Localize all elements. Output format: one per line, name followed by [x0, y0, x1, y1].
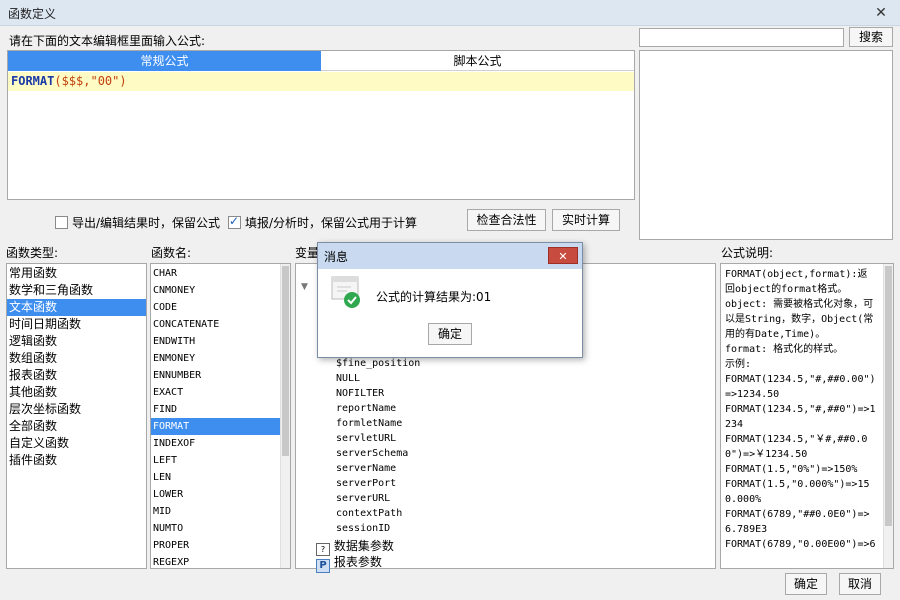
- variable-item[interactable]: serverSchema: [336, 446, 536, 461]
- function-name-item[interactable]: ENMONEY: [151, 350, 290, 367]
- tree-collapse-icon[interactable]: ▼: [301, 282, 308, 292]
- search-input[interactable]: [639, 28, 844, 47]
- function-type-item[interactable]: 常用函数: [7, 265, 146, 282]
- function-name-item[interactable]: INDEXOF: [151, 435, 290, 452]
- formula-args-token: ($$$,"00"): [54, 74, 127, 88]
- function-type-item[interactable]: 插件函数: [7, 452, 146, 469]
- function-name-item[interactable]: LEN: [151, 469, 290, 486]
- dialog-close-button[interactable]: ✕: [548, 247, 578, 264]
- report-params-icon: P: [316, 559, 330, 573]
- function-name-item[interactable]: ENNUMBER: [151, 367, 290, 384]
- variable-item[interactable]: serverName: [336, 461, 536, 476]
- variables-header: 变量: [295, 246, 320, 260]
- function-names-scroll-thumb[interactable]: [282, 266, 289, 456]
- message-dialog: 消息 ✕ 公式的计算结果为:01 确定: [317, 242, 583, 358]
- function-type-item[interactable]: 数组函数: [7, 350, 146, 367]
- editor-prompt: 请在下面的文本编辑框里面输入公式:: [9, 34, 206, 48]
- function-type-item[interactable]: 层次坐标函数: [7, 401, 146, 418]
- variable-item[interactable]: NULL: [336, 371, 536, 386]
- function-type-item[interactable]: 逻辑函数: [7, 333, 146, 350]
- function-name-item[interactable]: CONCATENATE: [151, 316, 290, 333]
- description-panel: FORMAT(object,format):返回object的format格式。…: [720, 263, 894, 569]
- title-bar: 函数定义 ✕: [0, 0, 900, 26]
- variable-item[interactable]: formletName: [336, 416, 536, 431]
- dialog-title-bar: 消息 ✕: [318, 243, 582, 269]
- variable-item[interactable]: reportName: [336, 401, 536, 416]
- variable-item[interactable]: sessionID: [336, 521, 536, 536]
- function-names-list: CHAR CNMONEY CODE CONCATENATE ENDWITH EN…: [150, 263, 291, 569]
- dialog-message: 公式的计算结果为:01: [376, 290, 492, 304]
- keep-formula-fill-option[interactable]: 填报/分析时，保留公式用于计算: [228, 214, 417, 231]
- function-name-item[interactable]: LOWER: [151, 486, 290, 503]
- check-validity-button[interactable]: 检查合法性: [467, 209, 546, 231]
- description-header: 公式说明:: [721, 246, 774, 260]
- function-name-item[interactable]: PROPER: [151, 537, 290, 554]
- function-type-item[interactable]: 数学和三角函数: [7, 282, 146, 299]
- variables-list: $fine_position NULL NOFILTER reportName …: [336, 356, 536, 536]
- function-name-item-selected[interactable]: FORMAT: [151, 418, 281, 435]
- function-name-item[interactable]: MID: [151, 503, 290, 520]
- function-types-header: 函数类型:: [6, 246, 59, 260]
- report-params-label: 报表参数: [333, 555, 382, 569]
- variable-item[interactable]: $fine_position: [336, 356, 536, 371]
- function-name-item[interactable]: FIND: [151, 401, 290, 418]
- keep-formula-export-label: 导出/编辑结果时，保留公式: [72, 216, 221, 230]
- variable-item[interactable]: servletURL: [336, 431, 536, 446]
- report-params-group[interactable]: P 报表参数: [316, 553, 382, 573]
- function-type-item[interactable]: 全部函数: [7, 418, 146, 435]
- function-type-item[interactable]: 报表函数: [7, 367, 146, 384]
- function-name-item[interactable]: EXACT: [151, 384, 290, 401]
- function-names-header: 函数名:: [151, 246, 192, 260]
- variable-item[interactable]: serverPort: [336, 476, 536, 491]
- function-types-list: 常用函数 数学和三角函数 文本函数 时间日期函数 逻辑函数 数组函数 报表函数 …: [6, 263, 147, 569]
- function-type-item[interactable]: 其他函数: [7, 384, 146, 401]
- ok-button[interactable]: 确定: [785, 573, 827, 595]
- function-name-item[interactable]: NUMTO: [151, 520, 290, 537]
- keep-formula-fill-label: 填报/分析时，保留公式用于计算: [245, 216, 418, 230]
- formula-function-token: FORMAT: [11, 74, 55, 88]
- dialog-title: 消息: [324, 250, 349, 264]
- search-button[interactable]: 搜索: [849, 27, 893, 47]
- search-results-panel: [639, 50, 893, 240]
- keep-formula-fill-checkbox[interactable]: [228, 214, 241, 229]
- keep-formula-export-option[interactable]: 导出/编辑结果时，保留公式: [55, 214, 220, 231]
- keep-formula-export-checkbox[interactable]: [55, 216, 68, 229]
- function-names-scrollbar[interactable]: [280, 264, 290, 568]
- description-scroll-thumb[interactable]: [885, 266, 892, 526]
- window-close-button[interactable]: ✕: [866, 4, 896, 22]
- function-type-item[interactable]: 自定义函数: [7, 435, 146, 452]
- function-name-item[interactable]: CODE: [151, 299, 290, 316]
- description-text: FORMAT(object,format):返回object的format格式。…: [725, 269, 876, 550]
- realtime-calc-button[interactable]: 实时计算: [552, 209, 620, 231]
- variable-item[interactable]: NOFILTER: [336, 386, 536, 401]
- function-type-item[interactable]: 时间日期函数: [7, 316, 146, 333]
- description-scrollbar[interactable]: [883, 264, 893, 568]
- function-name-item[interactable]: LEFT: [151, 452, 290, 469]
- dialog-ok-button[interactable]: 确定: [428, 323, 472, 345]
- function-name-item[interactable]: CNMONEY: [151, 282, 290, 299]
- function-name-item[interactable]: ENDWITH: [151, 333, 290, 350]
- tab-script-formula[interactable]: 脚本公式: [321, 51, 634, 71]
- function-name-item[interactable]: CHAR: [151, 265, 290, 282]
- dataset-params-label: 数据集参数: [333, 539, 394, 553]
- variable-item[interactable]: contextPath: [336, 506, 536, 521]
- success-icon: [331, 276, 363, 310]
- function-type-item-selected[interactable]: 文本函数: [7, 299, 146, 316]
- tab-regular-formula[interactable]: 常规公式: [8, 51, 321, 71]
- cancel-button[interactable]: 取消: [839, 573, 881, 595]
- window-title: 函数定义: [8, 7, 57, 21]
- variable-item[interactable]: serverURL: [336, 491, 536, 506]
- function-name-item[interactable]: REGEXP: [151, 554, 290, 571]
- formula-code-line[interactable]: FORMAT($$$,"00"): [8, 72, 634, 91]
